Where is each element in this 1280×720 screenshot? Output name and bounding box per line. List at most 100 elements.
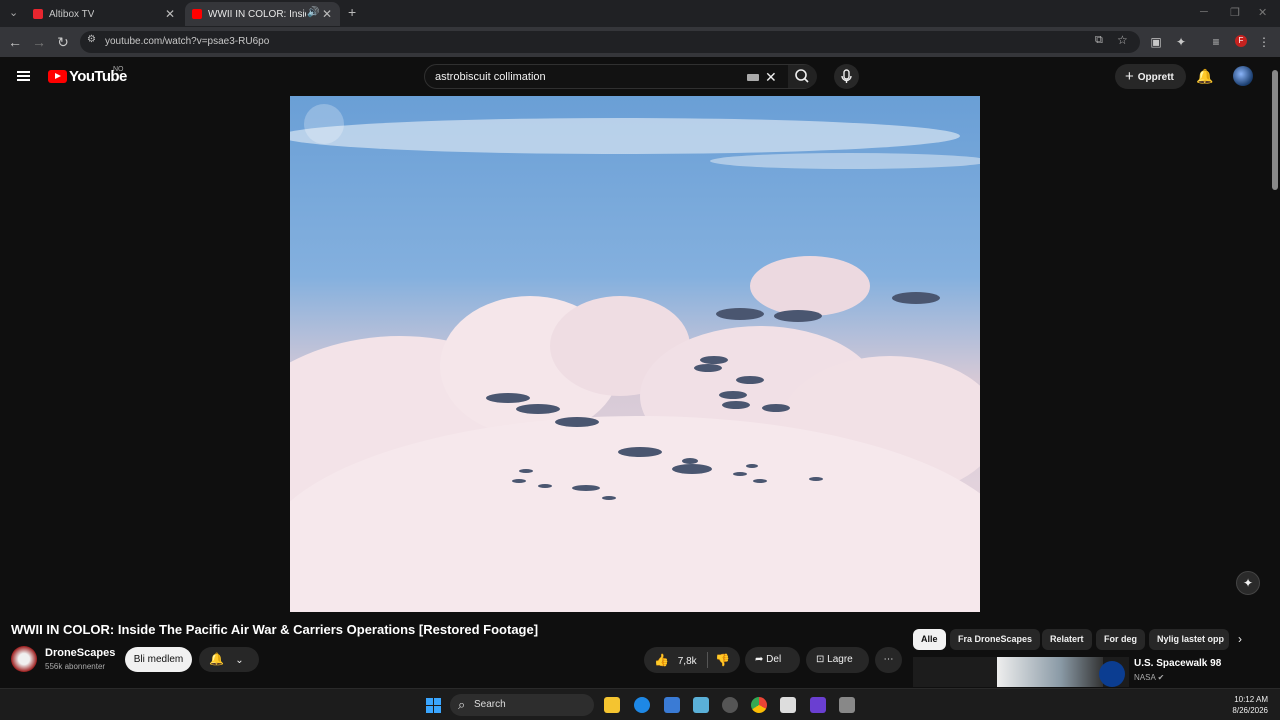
hamburger-menu-icon[interactable] bbox=[17, 71, 30, 81]
windows-start-icon[interactable] bbox=[426, 698, 441, 713]
video-frame-image bbox=[290, 104, 980, 612]
save-label: Lagre bbox=[827, 654, 853, 665]
forward-icon[interactable]: → bbox=[30, 33, 48, 51]
tab-search-icon[interactable]: ⌄ bbox=[9, 6, 18, 19]
browser-tab-bar: ⌄ Altibox TV ✕ WWII IN COLOR: Inside The… bbox=[0, 0, 1280, 27]
clock-date: 8/26/2026 bbox=[1232, 706, 1268, 715]
channel-name[interactable]: DroneScapes bbox=[45, 647, 115, 659]
system-clock[interactable]: 10:12 AM 8/26/2026 bbox=[1226, 694, 1268, 716]
like-count[interactable]: 7,8k bbox=[678, 656, 697, 667]
install-app-icon[interactable]: ⧉ bbox=[1095, 34, 1103, 47]
browser-menu-icon[interactable]: ⋮ bbox=[1256, 34, 1272, 50]
tab-title: Altibox TV bbox=[49, 8, 95, 20]
notifications-bell-icon[interactable]: 🔔 bbox=[1196, 68, 1213, 85]
subscription-notification-button[interactable]: 🔔 ⌄ bbox=[199, 647, 259, 672]
chip-from-channel[interactable]: Fra DroneScapes bbox=[950, 629, 1041, 650]
more-horizontal-icon: ⋯ bbox=[883, 654, 894, 665]
scrollbar-thumb[interactable] bbox=[1272, 70, 1278, 190]
app-icon[interactable] bbox=[810, 697, 826, 713]
chrome-icon[interactable] bbox=[751, 697, 767, 713]
close-tab-icon[interactable]: ✕ bbox=[322, 7, 332, 21]
youtube-masthead: YouTube NO astrobiscuit collimation ✕ + O… bbox=[0, 57, 1280, 95]
more-actions-button[interactable]: ⋯ bbox=[875, 647, 902, 673]
video-title: WWII IN COLOR: Inside The Pacific Air Wa… bbox=[11, 622, 539, 637]
channel-watermark-icon[interactable]: ✦ bbox=[1236, 571, 1260, 595]
youtube-logo-icon[interactable] bbox=[48, 70, 67, 83]
share-button[interactable]: ➦ Del bbox=[745, 647, 800, 673]
related-video-title[interactable]: U.S. Spacewalk 98 bbox=[1134, 658, 1221, 669]
altibox-favicon-icon bbox=[33, 9, 43, 19]
save-button[interactable]: ⊡ Lagre bbox=[806, 647, 869, 673]
chip-for-you[interactable]: For deg bbox=[1096, 629, 1145, 650]
extensions-icon[interactable]: ✦ bbox=[1173, 34, 1189, 50]
windows-taskbar: Search 10:12 AM 8/26/2026 bbox=[0, 688, 1280, 720]
related-channel-name: NASA bbox=[1134, 673, 1156, 682]
bookmark-icon: ⊡ bbox=[816, 654, 825, 665]
related-video-channel[interactable]: NASA ✔ bbox=[1134, 673, 1164, 682]
channel-avatar[interactable] bbox=[11, 646, 37, 672]
plus-icon: + bbox=[1125, 68, 1134, 85]
search-input[interactable]: astrobiscuit collimation bbox=[435, 71, 546, 83]
thumbnail-image bbox=[997, 657, 1103, 687]
join-button[interactable]: Bli medlem bbox=[125, 647, 192, 672]
account-avatar[interactable] bbox=[1233, 66, 1253, 86]
close-tab-icon[interactable]: ✕ bbox=[165, 7, 175, 21]
omnibox[interactable]: ⚙ youtube.com/watch?v=psae3-RU6po ⧉ ☆ bbox=[80, 31, 1140, 53]
microphone-icon bbox=[841, 69, 852, 83]
tab-title: WWII IN COLOR: Inside The bbox=[208, 8, 306, 20]
related-video-thumbnail[interactable] bbox=[913, 657, 1129, 687]
address-toolbar: ← → ↻ ⚙ youtube.com/watch?v=psae3-RU6po … bbox=[0, 27, 1280, 57]
clear-search-icon[interactable]: ✕ bbox=[765, 69, 777, 86]
edge-icon[interactable] bbox=[634, 697, 650, 713]
search-icon bbox=[795, 69, 809, 83]
country-code: NO bbox=[113, 66, 124, 73]
search-box[interactable]: astrobiscuit collimation ✕ bbox=[424, 64, 817, 89]
thumbs-down-icon[interactable]: 👎 bbox=[715, 647, 730, 673]
bell-icon: 🔔 bbox=[209, 652, 224, 666]
divider bbox=[707, 652, 708, 668]
maximize-icon[interactable]: ❐ bbox=[1230, 6, 1240, 19]
back-icon[interactable]: ← bbox=[6, 33, 24, 51]
tab-groups-icon[interactable]: ▣ bbox=[1148, 34, 1164, 50]
app-icon[interactable] bbox=[693, 697, 709, 713]
minimize-icon[interactable]: ─ bbox=[1200, 6, 1208, 18]
store-icon[interactable] bbox=[664, 697, 680, 713]
url-text: youtube.com/watch?v=psae3-RU6po bbox=[105, 36, 270, 47]
keyboard-icon[interactable] bbox=[747, 74, 759, 81]
bookmark-star-icon[interactable]: ☆ bbox=[1117, 33, 1128, 47]
app-icon[interactable] bbox=[780, 697, 796, 713]
chip-related[interactable]: Relatert bbox=[1042, 629, 1092, 650]
app-icon[interactable] bbox=[839, 697, 855, 713]
reload-icon[interactable]: ↻ bbox=[54, 33, 72, 51]
chip-all[interactable]: Alle bbox=[913, 629, 946, 650]
thumbs-up-icon[interactable]: 👍 bbox=[654, 653, 669, 667]
create-button[interactable]: + Opprett bbox=[1115, 64, 1186, 89]
audio-playing-icon[interactable]: 🔊 bbox=[307, 7, 319, 18]
create-label: Opprett bbox=[1137, 72, 1174, 83]
page-scrollbar[interactable] bbox=[1270, 60, 1280, 690]
taskbar-search[interactable]: Search bbox=[450, 694, 594, 716]
chip-recently-uploaded[interactable]: Nylig lastet opp bbox=[1149, 629, 1229, 650]
tab-youtube-video[interactable]: WWII IN COLOR: Inside The 🔊 ✕ bbox=[185, 2, 340, 26]
search-button[interactable] bbox=[788, 65, 817, 88]
chevron-down-icon: ⌄ bbox=[235, 655, 244, 666]
close-window-icon[interactable]: ✕ bbox=[1258, 6, 1267, 19]
new-tab-button[interactable]: + bbox=[348, 4, 356, 20]
youtube-favicon-icon bbox=[192, 9, 202, 19]
site-info-icon[interactable]: ⚙ bbox=[87, 34, 96, 45]
clock-time: 10:12 AM bbox=[1234, 695, 1268, 704]
profile-avatar[interactable]: F bbox=[1235, 35, 1247, 47]
share-arrow-icon: ➦ bbox=[755, 654, 764, 665]
reading-list-icon[interactable]: ≡ bbox=[1208, 34, 1224, 50]
subscriber-count: 556k abonnenter bbox=[45, 662, 106, 671]
video-player[interactable] bbox=[290, 96, 980, 612]
nasa-logo-icon bbox=[1099, 661, 1125, 687]
chevron-right-icon[interactable]: › bbox=[1238, 632, 1242, 646]
voice-search-button[interactable] bbox=[834, 64, 859, 89]
app-icon[interactable] bbox=[722, 697, 738, 713]
like-dislike-control[interactable]: 👍 7,8k 👎 bbox=[644, 647, 740, 673]
verified-icon: ✔ bbox=[1157, 673, 1165, 682]
file-explorer-icon[interactable] bbox=[604, 697, 620, 713]
tab-altibox[interactable]: Altibox TV ✕ bbox=[28, 2, 183, 26]
share-label: Del bbox=[766, 654, 782, 665]
